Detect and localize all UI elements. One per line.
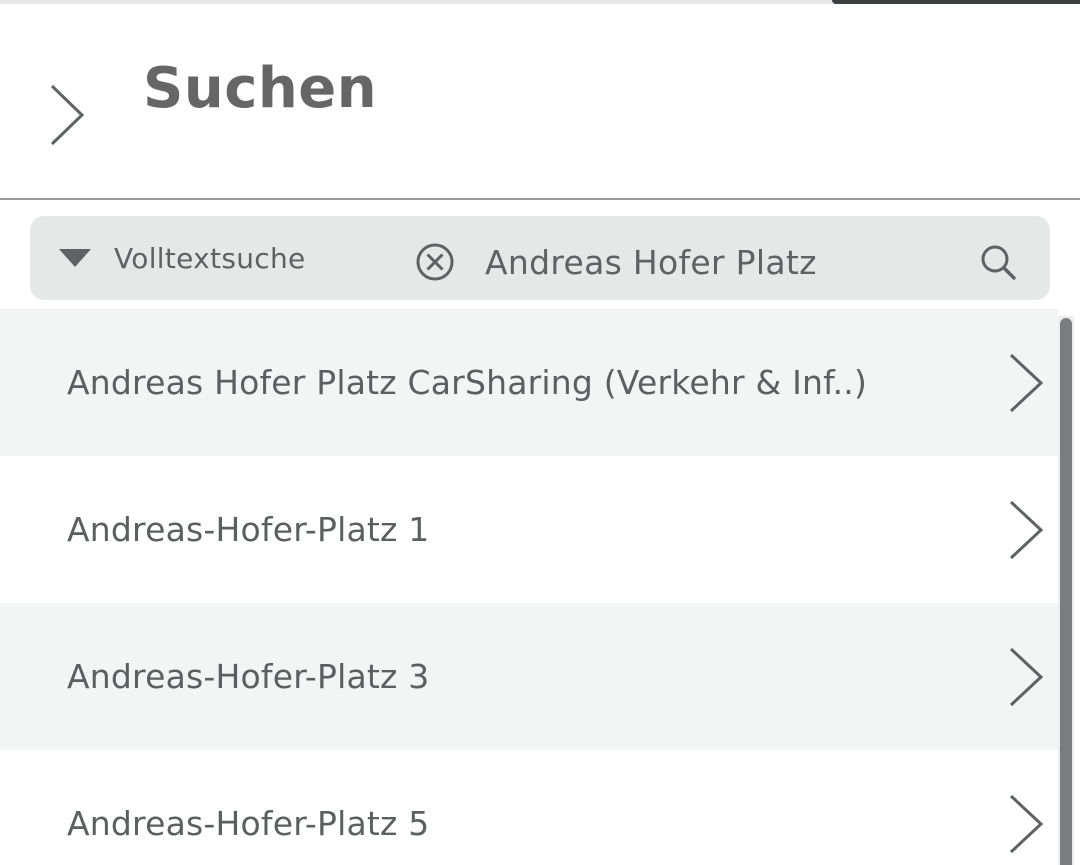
list-item[interactable]: Andreas-Hofer-Platz 3 [0, 603, 1058, 750]
caret-down-icon [59, 249, 91, 267]
chevron-right-icon [1009, 647, 1044, 706]
chevron-right-icon[interactable] [46, 82, 90, 148]
list-item-label: Andreas-Hofer-Platz 5 [67, 804, 430, 843]
list-item-label: Andreas-Hofer-Platz 3 [67, 657, 430, 696]
list-item[interactable]: Andreas Hofer Platz CarSharing (Verkehr … [0, 309, 1058, 456]
list-item-label: Andreas-Hofer-Platz 1 [67, 510, 430, 549]
list-item[interactable]: Andreas-Hofer-Platz 5 [0, 750, 1058, 865]
search-mode-label: Volltextsuche [114, 241, 306, 275]
search-bar: Volltextsuche [30, 216, 1050, 300]
results-scrollbar[interactable] [1058, 316, 1074, 865]
header: Suchen [0, 4, 1080, 198]
search-screen: Suchen Volltextsuche Andreas Hofer Platz… [0, 0, 1080, 865]
magnifier-icon[interactable] [980, 244, 1016, 280]
chevron-right-icon [1009, 353, 1044, 412]
header-divider [0, 198, 1080, 200]
search-input[interactable] [485, 234, 955, 290]
scrollbar-thumb[interactable] [1060, 318, 1072, 865]
chevron-right-icon [1009, 794, 1044, 853]
clear-circle-x-icon[interactable] [415, 242, 455, 282]
list-item[interactable]: Andreas-Hofer-Platz 1 [0, 456, 1058, 603]
page-title: Suchen [143, 56, 378, 121]
chevron-right-icon [1009, 500, 1044, 559]
results-list: Andreas Hofer Platz CarSharing (Verkehr … [0, 309, 1058, 865]
list-item-label: Andreas Hofer Platz CarSharing (Verkehr … [67, 363, 868, 402]
search-mode-select[interactable]: Volltextsuche [58, 216, 306, 300]
